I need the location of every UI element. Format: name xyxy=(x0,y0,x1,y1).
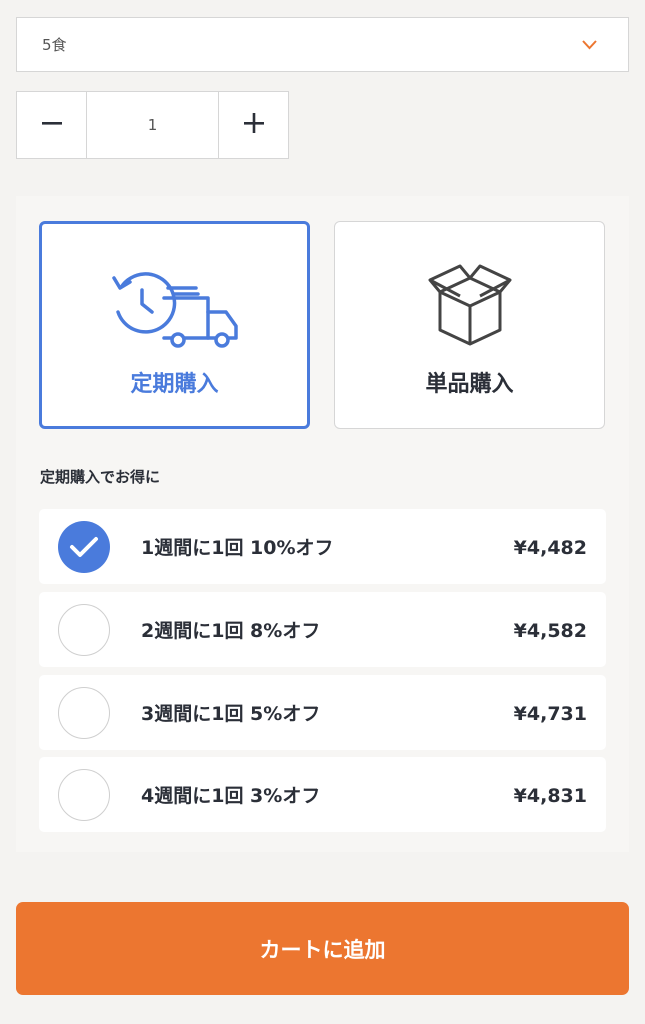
subscription-purchase-label: 定期購入 xyxy=(130,372,219,397)
single-purchase-card[interactable]: 単品購入 xyxy=(334,221,605,429)
meal-count-value: 5食 xyxy=(42,36,67,54)
radio-unchecked[interactable] xyxy=(58,604,110,656)
plan-label: 1週間に1回 10%オフ xyxy=(141,537,334,559)
minus-icon xyxy=(41,112,63,138)
subscription-purchase-card[interactable]: 定期購入 xyxy=(39,221,310,429)
plan-label: 3週間に1回 5%オフ xyxy=(141,703,321,725)
checkmark-icon xyxy=(70,537,98,557)
radio-unchecked[interactable] xyxy=(58,687,110,739)
box-icon xyxy=(428,258,512,348)
chevron-down-icon xyxy=(581,37,598,55)
quantity-value[interactable]: 1 xyxy=(86,92,219,158)
increment-button[interactable] xyxy=(219,92,288,158)
single-purchase-label: 単品購入 xyxy=(425,372,514,397)
plan-label: 4週間に1回 3%オフ xyxy=(141,785,321,807)
plan-price: ¥4,482 xyxy=(513,537,587,559)
plans-heading: 定期購入でお得に xyxy=(40,468,161,486)
quantity-stepper: 1 xyxy=(16,91,289,159)
plan-option-1-week[interactable]: 1週間に1回 10%オフ ¥4,482 xyxy=(39,509,606,584)
purchase-panel: 定期購入 単品購入 定期購入でお得に 1週間に1回 10%オフ ¥4,482 2… xyxy=(16,196,629,852)
plan-price: ¥4,731 xyxy=(513,703,587,725)
add-to-cart-button[interactable]: カートに追加 xyxy=(16,902,629,995)
plus-icon xyxy=(243,112,265,138)
clock-truck-icon xyxy=(108,260,242,350)
plan-price: ¥4,831 xyxy=(513,785,587,807)
plan-price: ¥4,582 xyxy=(513,620,587,642)
plan-option-3-week[interactable]: 3週間に1回 5%オフ ¥4,731 xyxy=(39,675,606,750)
plan-option-4-week[interactable]: 4週間に1回 3%オフ ¥4,831 xyxy=(39,757,606,832)
decrement-button[interactable] xyxy=(17,92,86,158)
plan-option-2-week[interactable]: 2週間に1回 8%オフ ¥4,582 xyxy=(39,592,606,667)
meal-count-select[interactable]: 5食 xyxy=(16,17,629,72)
plan-label: 2週間に1回 8%オフ xyxy=(141,620,321,642)
radio-unchecked[interactable] xyxy=(58,769,110,821)
radio-checked[interactable] xyxy=(58,521,110,573)
